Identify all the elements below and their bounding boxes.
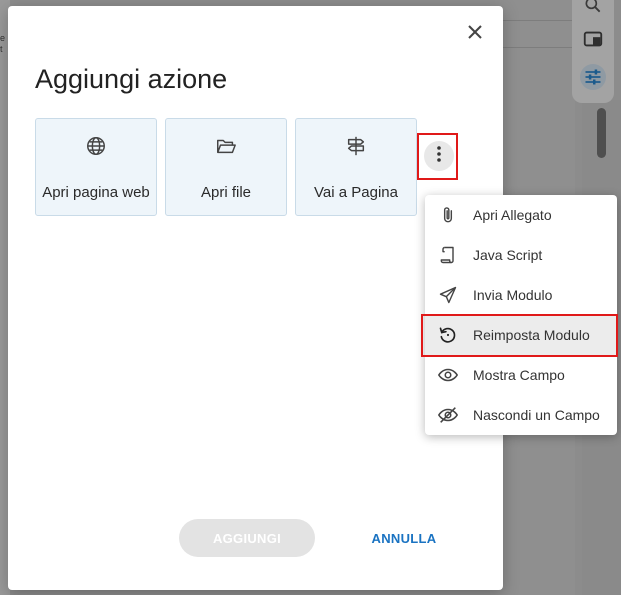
scroll-icon xyxy=(437,244,459,266)
action-open-file[interactable]: Apri file xyxy=(165,118,287,216)
menu-item-label: Reimposta Modulo xyxy=(473,327,590,343)
send-icon xyxy=(437,284,459,306)
menu-item-hide-field[interactable]: Nascondi un Campo xyxy=(425,395,617,435)
more-actions-menu: Apri Allegato Java Script Invia Modulo R… xyxy=(425,195,617,435)
menu-item-show-field[interactable]: Mostra Campo xyxy=(425,355,617,395)
menu-item-submit-form[interactable]: Invia Modulo xyxy=(425,275,617,315)
menu-item-label: Mostra Campo xyxy=(473,367,565,383)
add-button[interactable]: AGGIUNGI xyxy=(179,519,315,557)
eye-icon xyxy=(437,364,459,386)
action-go-to-page[interactable]: Vai a Pagina xyxy=(295,118,417,216)
reset-icon xyxy=(437,324,459,346)
more-vertical-icon xyxy=(436,145,442,168)
action-label: Vai a Pagina xyxy=(314,184,398,201)
menu-item-label: Nascondi un Campo xyxy=(473,407,600,423)
panel-icon[interactable] xyxy=(580,26,606,52)
globe-icon xyxy=(36,135,156,157)
sliders-icon[interactable] xyxy=(580,64,606,90)
menu-item-reset-form[interactable]: Reimposta Modulo xyxy=(425,315,617,355)
eye-off-icon xyxy=(437,404,459,426)
dialog-title: Aggiungi azione xyxy=(35,64,228,94)
action-open-web-page[interactable]: Apri pagina web xyxy=(35,118,157,216)
menu-item-open-attachment[interactable]: Apri Allegato xyxy=(425,195,617,235)
document-text-fragment: e t xyxy=(0,33,6,54)
action-label: Apri file xyxy=(200,184,252,201)
search-icon[interactable] xyxy=(580,0,606,18)
scrollbar-thumb[interactable] xyxy=(597,108,606,158)
close-button[interactable] xyxy=(463,22,487,46)
more-actions-button[interactable] xyxy=(424,141,454,171)
menu-item-label: Invia Modulo xyxy=(473,287,553,303)
close-icon xyxy=(467,24,483,45)
action-label: Apri pagina web xyxy=(42,184,150,201)
more-actions-highlight xyxy=(417,133,458,180)
menu-item-label: Java Script xyxy=(473,247,543,263)
side-toolbar xyxy=(572,0,614,103)
signpost-icon xyxy=(296,135,416,157)
menu-item-label: Apri Allegato xyxy=(473,207,552,223)
menu-item-javascript[interactable]: Java Script xyxy=(425,235,617,275)
folder-open-icon xyxy=(166,135,286,157)
paperclip-icon xyxy=(437,204,459,226)
cancel-button[interactable]: ANNULLA xyxy=(354,519,454,557)
